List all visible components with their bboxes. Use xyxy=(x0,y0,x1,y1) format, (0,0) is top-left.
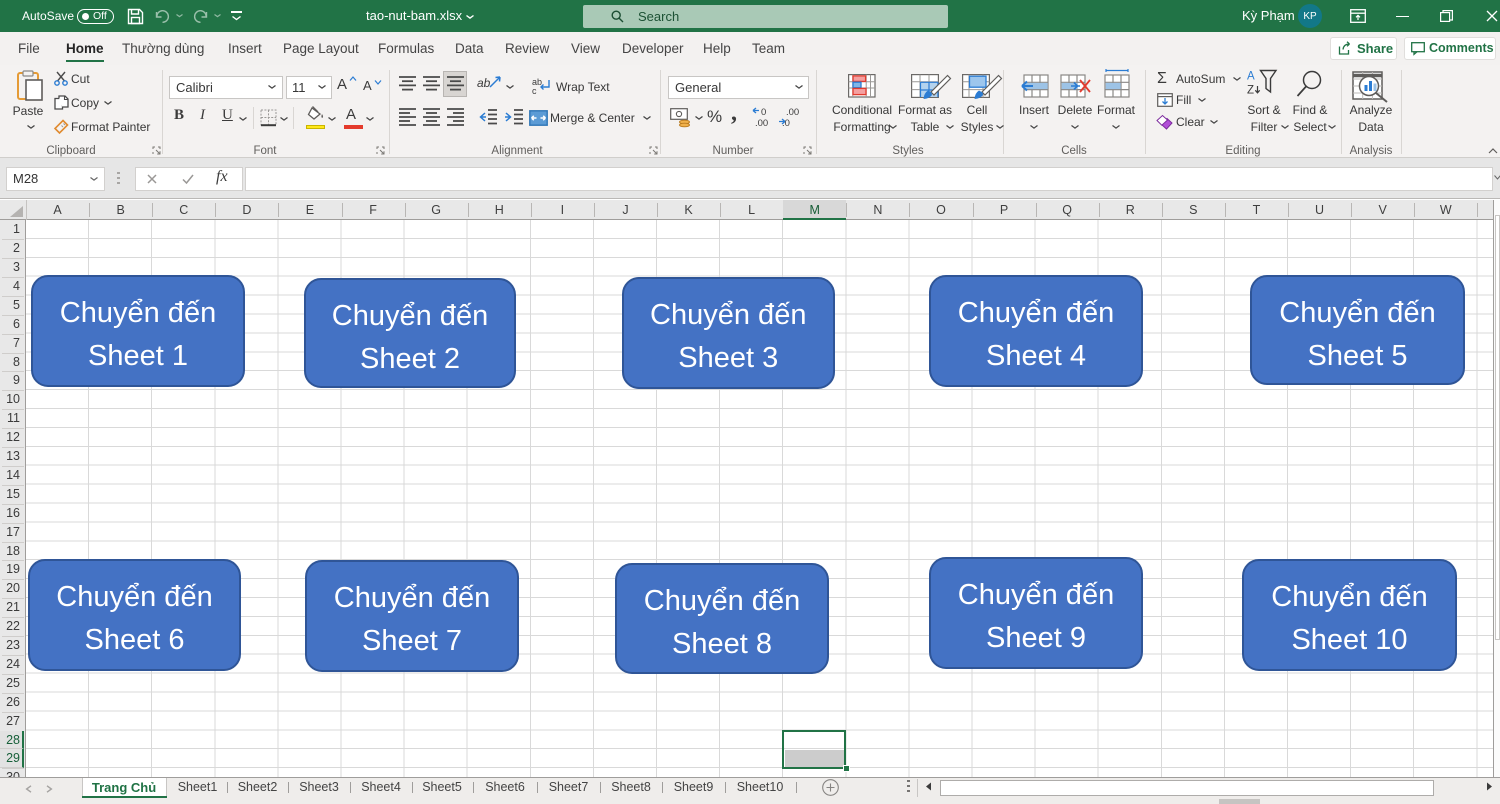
svg-text:Z: Z xyxy=(1247,85,1254,97)
svg-text:c: c xyxy=(532,86,537,96)
svg-text:A: A xyxy=(1247,71,1255,83)
svg-text:.00: .00 xyxy=(786,107,799,118)
svg-text:0: 0 xyxy=(761,107,766,118)
svg-text:.00: .00 xyxy=(755,118,768,129)
